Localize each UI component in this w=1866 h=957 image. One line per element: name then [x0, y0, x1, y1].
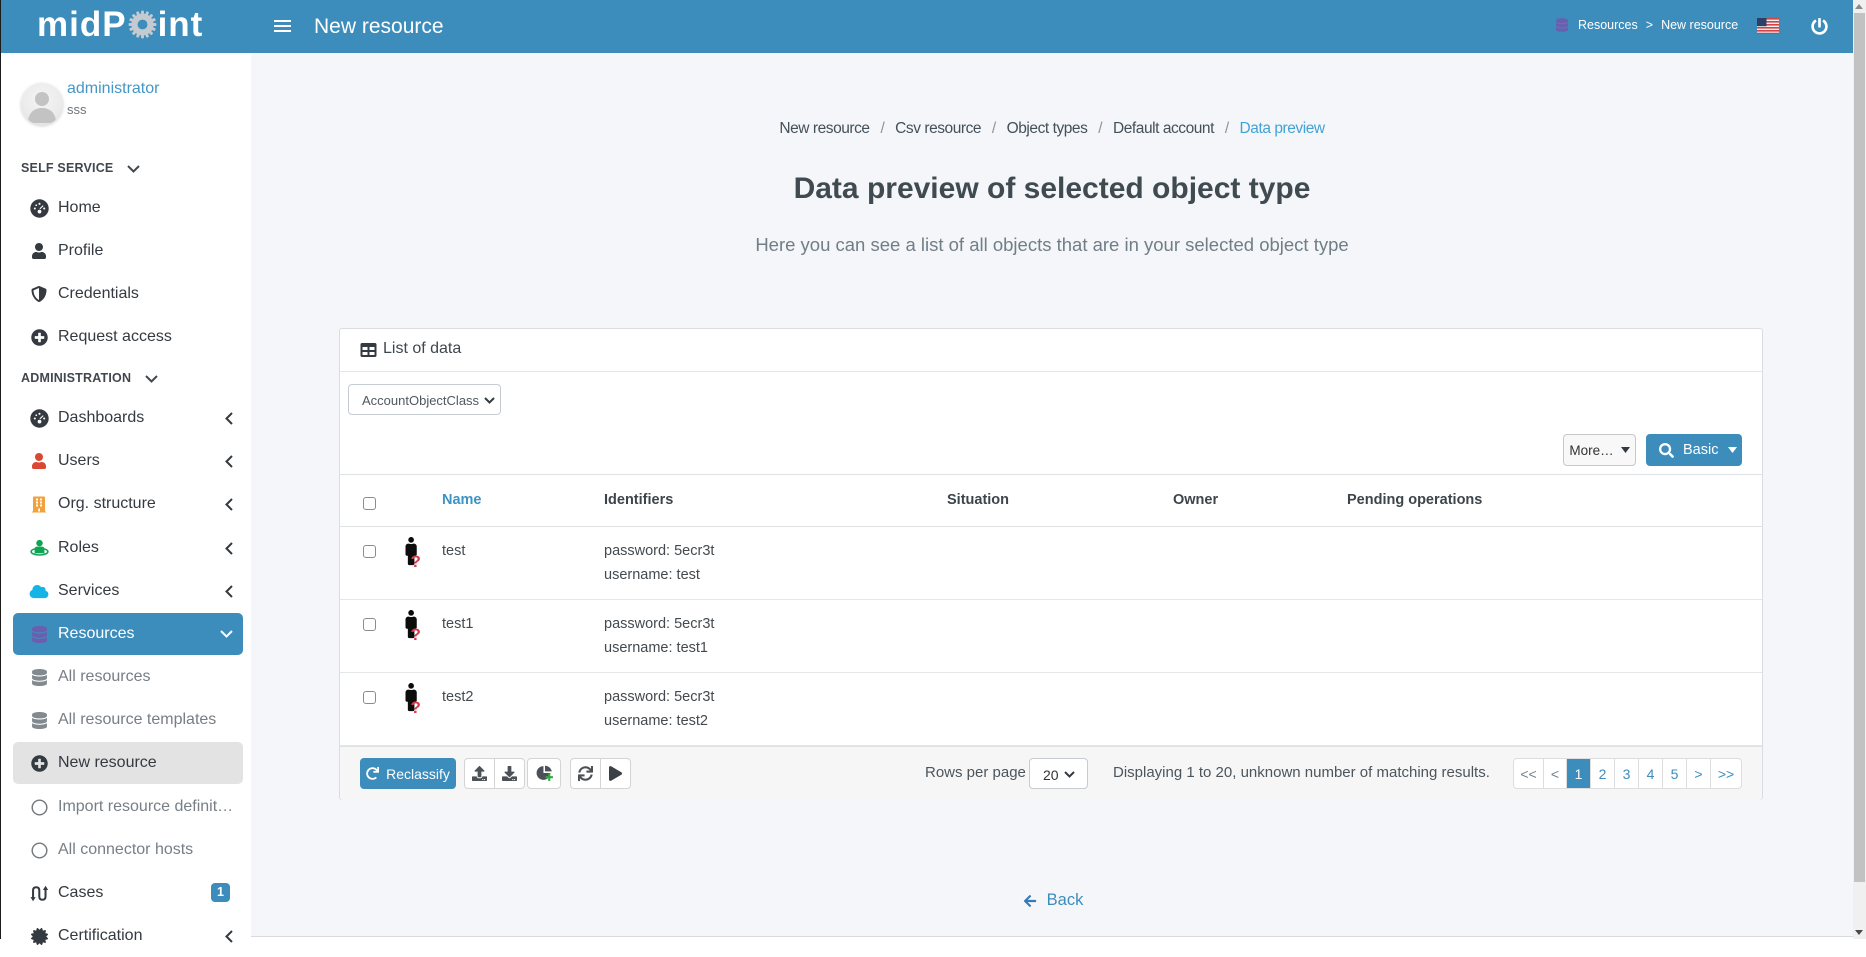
svg-text:?: ?: [411, 698, 421, 716]
svg-text:?: ?: [411, 625, 421, 643]
svg-text:?: ?: [411, 552, 421, 570]
